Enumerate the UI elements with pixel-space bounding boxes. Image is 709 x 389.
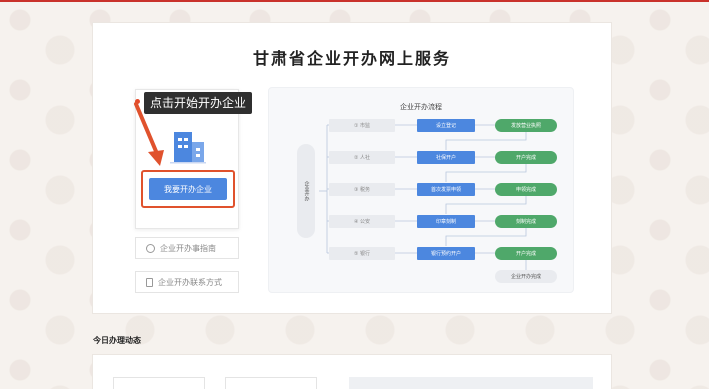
step-result: 申领完成 — [495, 183, 557, 196]
page-title: 甘肃省企业开办网上服务 — [252, 49, 451, 68]
process-step: 印章刻制 — [417, 215, 475, 228]
process-step: 首次发票申领 — [417, 183, 475, 196]
dept-label: ② 人社 — [329, 151, 395, 164]
today-card — [92, 354, 612, 389]
process-step: 银行预约开户 — [417, 247, 475, 260]
process-step: 社保开户 — [417, 151, 475, 164]
dept-label: ④ 公安 — [329, 215, 395, 228]
contact-link[interactable]: 企业开办联系方式 — [135, 271, 239, 293]
dept-label: ① 市监 — [329, 119, 395, 132]
activity-panel — [349, 377, 593, 389]
phone-icon — [146, 277, 153, 287]
guide-link-label: 企业开办事指南 — [160, 243, 216, 253]
step-result: 发放营业执照 — [495, 119, 557, 132]
start-button-highlight: 我要开办企业 — [141, 170, 235, 208]
process-diagram: 企业开办流程 企业开办 ① 市监 ② 人社 ③ 税务 ④ 公安 ⑤ 银行 设立登… — [268, 87, 574, 293]
process-side-label: 企业开办 — [297, 144, 315, 238]
step-result: 开户完成 — [495, 151, 557, 164]
stat-box — [225, 377, 317, 389]
compass-icon — [146, 243, 155, 253]
start-tooltip: 点击开始开办企业 — [144, 92, 253, 114]
step-result: 开户完成 — [495, 247, 557, 260]
step-result: 刻制完成 — [495, 215, 557, 228]
guide-link[interactable]: 企业开办事指南 — [135, 237, 239, 259]
top-accent-line — [0, 0, 709, 2]
process-final-step: 企业开办完成 — [495, 270, 557, 283]
start-business-button[interactable]: 我要开办企业 — [149, 178, 227, 200]
today-section-title: 今日办理动态 — [93, 336, 141, 345]
dept-label: ⑤ 银行 — [329, 247, 395, 260]
process-step: 设立登记 — [417, 119, 475, 132]
dept-label: ③ 税务 — [329, 183, 395, 196]
contact-link-label: 企业开办联系方式 — [158, 277, 222, 287]
stat-box — [113, 377, 205, 389]
